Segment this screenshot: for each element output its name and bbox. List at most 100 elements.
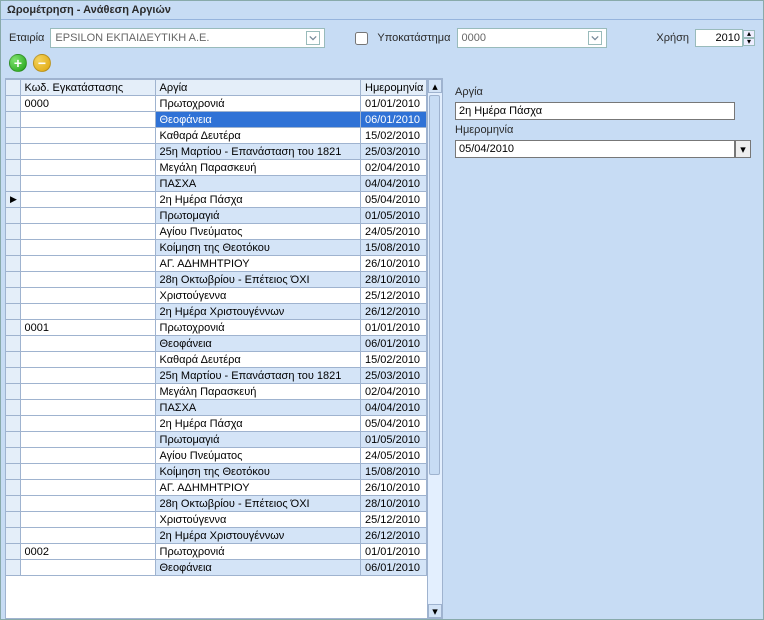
branch-label: Υποκατάστημα bbox=[377, 32, 450, 44]
window-title: Ωρομέτρηση - Ανάθεση Αργιών bbox=[1, 1, 763, 20]
row-marker bbox=[6, 336, 20, 352]
row-marker bbox=[6, 480, 20, 496]
cell-date: 01/05/2010 bbox=[361, 432, 427, 448]
cell-holiday: Θεοφάνεια bbox=[155, 560, 361, 576]
table-row[interactable]: 2η Ημέρα Χριστουγέννων26/12/2010 bbox=[6, 528, 427, 544]
cell-date: 04/04/2010 bbox=[361, 400, 427, 416]
table-row[interactable]: Κοίμηση της Θεοτόκου15/08/2010 bbox=[6, 240, 427, 256]
vertical-scrollbar[interactable]: ▴ ▾ bbox=[427, 79, 442, 618]
table-row[interactable]: Χριστούγεννα25/12/2010 bbox=[6, 512, 427, 528]
table-row[interactable]: 25η Μαρτίου - Επανάσταση του 182125/03/2… bbox=[6, 144, 427, 160]
cell-code bbox=[20, 336, 155, 352]
table-row[interactable]: Αγίου Πνεύματος24/05/2010 bbox=[6, 448, 427, 464]
cell-date: 26/10/2010 bbox=[361, 256, 427, 272]
row-marker bbox=[6, 240, 20, 256]
table-row[interactable]: Καθαρά Δευτέρα15/02/2010 bbox=[6, 128, 427, 144]
scroll-up-icon[interactable]: ▴ bbox=[428, 79, 442, 93]
row-marker-header bbox=[6, 80, 20, 96]
detail-holiday-input[interactable] bbox=[455, 102, 735, 120]
cell-date: 01/01/2010 bbox=[361, 544, 427, 560]
holiday-header[interactable]: Αργία bbox=[155, 80, 361, 96]
cell-code bbox=[20, 304, 155, 320]
row-marker bbox=[6, 128, 20, 144]
cell-holiday: Πρωτοχρονιά bbox=[155, 96, 361, 112]
cell-code bbox=[20, 240, 155, 256]
cell-date: 06/01/2010 bbox=[361, 336, 427, 352]
table-row[interactable]: Πρωτομαγιά01/05/2010 bbox=[6, 208, 427, 224]
row-marker bbox=[6, 384, 20, 400]
table-row[interactable]: Θεοφάνεια06/01/2010 bbox=[6, 112, 427, 128]
add-button[interactable]: + bbox=[9, 54, 27, 72]
branch-combo[interactable]: 0000 bbox=[457, 28, 607, 48]
cell-holiday: Κοίμηση της Θεοτόκου bbox=[155, 240, 361, 256]
row-marker bbox=[6, 288, 20, 304]
scroll-down-icon[interactable]: ▾ bbox=[428, 604, 442, 618]
table-row[interactable]: ΠΑΣΧΑ04/04/2010 bbox=[6, 176, 427, 192]
table-row[interactable]: Καθαρά Δευτέρα15/02/2010 bbox=[6, 352, 427, 368]
cell-date: 02/04/2010 bbox=[361, 384, 427, 400]
table-row[interactable]: ΑΓ. ΑΔΗΜΗΤΡΙΟΥ26/10/2010 bbox=[6, 480, 427, 496]
cell-holiday: Καθαρά Δευτέρα bbox=[155, 352, 361, 368]
cell-holiday: Μεγάλη Παρασκευή bbox=[155, 384, 361, 400]
company-combo[interactable]: EPSILON ΕΚΠΑΙΔΕΥΤΙΚΗ Α.Ε. bbox=[50, 28, 325, 48]
remove-button[interactable]: − bbox=[33, 54, 51, 72]
cell-code bbox=[20, 176, 155, 192]
date-header[interactable]: Ημερομηνία bbox=[361, 80, 427, 96]
branch-checkbox[interactable] bbox=[355, 32, 368, 45]
cell-code bbox=[20, 560, 155, 576]
cell-code bbox=[20, 112, 155, 128]
table-row[interactable]: Χριστούγεννα25/12/2010 bbox=[6, 288, 427, 304]
cell-date: 01/05/2010 bbox=[361, 208, 427, 224]
row-marker bbox=[6, 272, 20, 288]
table-row[interactable]: Κοίμηση της Θεοτόκου15/08/2010 bbox=[6, 464, 427, 480]
row-marker bbox=[6, 400, 20, 416]
table-row[interactable]: 28η Οκτωβρίου - Επέτειος ΌΧΙ28/10/2010 bbox=[6, 496, 427, 512]
table-row[interactable]: 0002Πρωτοχρονιά01/01/2010 bbox=[6, 544, 427, 560]
table-row[interactable]: 28η Οκτωβρίου - Επέτειος ΌΧΙ28/10/2010 bbox=[6, 272, 427, 288]
cell-holiday: ΑΓ. ΑΔΗΜΗΤΡΙΟΥ bbox=[155, 256, 361, 272]
chevron-down-icon[interactable]: ▾ bbox=[743, 38, 755, 46]
row-marker bbox=[6, 512, 20, 528]
table-row[interactable]: Θεοφάνεια06/01/2010 bbox=[6, 560, 427, 576]
cell-holiday: Πρωτομαγιά bbox=[155, 208, 361, 224]
detail-date-picker[interactable]: ▾ bbox=[455, 140, 751, 158]
cell-date: 15/02/2010 bbox=[361, 352, 427, 368]
row-marker bbox=[6, 144, 20, 160]
row-marker bbox=[6, 528, 20, 544]
table-row[interactable]: ▶2η Ημέρα Πάσχα05/04/2010 bbox=[6, 192, 427, 208]
table-row[interactable]: Μεγάλη Παρασκευή02/04/2010 bbox=[6, 384, 427, 400]
scroll-thumb[interactable] bbox=[429, 95, 440, 475]
holidays-grid[interactable]: Κωδ. Εγκατάστασης Αργία Ημερομηνία 0000Π… bbox=[5, 78, 443, 619]
table-row[interactable]: 2η Ημέρα Χριστουγέννων26/12/2010 bbox=[6, 304, 427, 320]
table-row[interactable]: Θεοφάνεια06/01/2010 bbox=[6, 336, 427, 352]
cell-holiday: Πρωτομαγιά bbox=[155, 432, 361, 448]
cell-code bbox=[20, 144, 155, 160]
cell-date: 25/12/2010 bbox=[361, 288, 427, 304]
chevron-down-icon[interactable]: ▾ bbox=[735, 140, 751, 158]
table-row[interactable]: ΠΑΣΧΑ04/04/2010 bbox=[6, 400, 427, 416]
table-row[interactable]: Αγίου Πνεύματος24/05/2010 bbox=[6, 224, 427, 240]
year-spin-buttons[interactable]: ▴▾ bbox=[743, 30, 755, 46]
table-row[interactable]: ΑΓ. ΑΔΗΜΗΤΡΙΟΥ26/10/2010 bbox=[6, 256, 427, 272]
year-input[interactable] bbox=[695, 29, 743, 47]
cell-code bbox=[20, 512, 155, 528]
table-row[interactable]: Πρωτομαγιά01/05/2010 bbox=[6, 432, 427, 448]
year-label: Χρήση bbox=[656, 32, 689, 44]
chevron-down-icon[interactable] bbox=[306, 31, 320, 45]
cell-holiday: 25η Μαρτίου - Επανάσταση του 1821 bbox=[155, 144, 361, 160]
table-row[interactable]: 0001Πρωτοχρονιά01/01/2010 bbox=[6, 320, 427, 336]
cell-holiday: 28η Οκτωβρίου - Επέτειος ΌΧΙ bbox=[155, 496, 361, 512]
table-row[interactable]: 2η Ημέρα Πάσχα05/04/2010 bbox=[6, 416, 427, 432]
cell-code bbox=[20, 400, 155, 416]
company-value: EPSILON ΕΚΠΑΙΔΕΥΤΙΚΗ Α.Ε. bbox=[55, 32, 209, 44]
cell-holiday: 2η Ημέρα Πάσχα bbox=[155, 416, 361, 432]
table-row[interactable]: Μεγάλη Παρασκευή02/04/2010 bbox=[6, 160, 427, 176]
table-row[interactable]: 25η Μαρτίου - Επανάσταση του 182125/03/2… bbox=[6, 368, 427, 384]
row-marker bbox=[6, 560, 20, 576]
cell-holiday: Αγίου Πνεύματος bbox=[155, 224, 361, 240]
code-header[interactable]: Κωδ. Εγκατάστασης bbox=[20, 80, 155, 96]
year-spinner[interactable]: ▴▾ bbox=[695, 29, 755, 47]
table-row[interactable]: 0000Πρωτοχρονιά01/01/2010 bbox=[6, 96, 427, 112]
detail-date-input[interactable] bbox=[455, 140, 735, 158]
chevron-down-icon[interactable] bbox=[588, 31, 602, 45]
